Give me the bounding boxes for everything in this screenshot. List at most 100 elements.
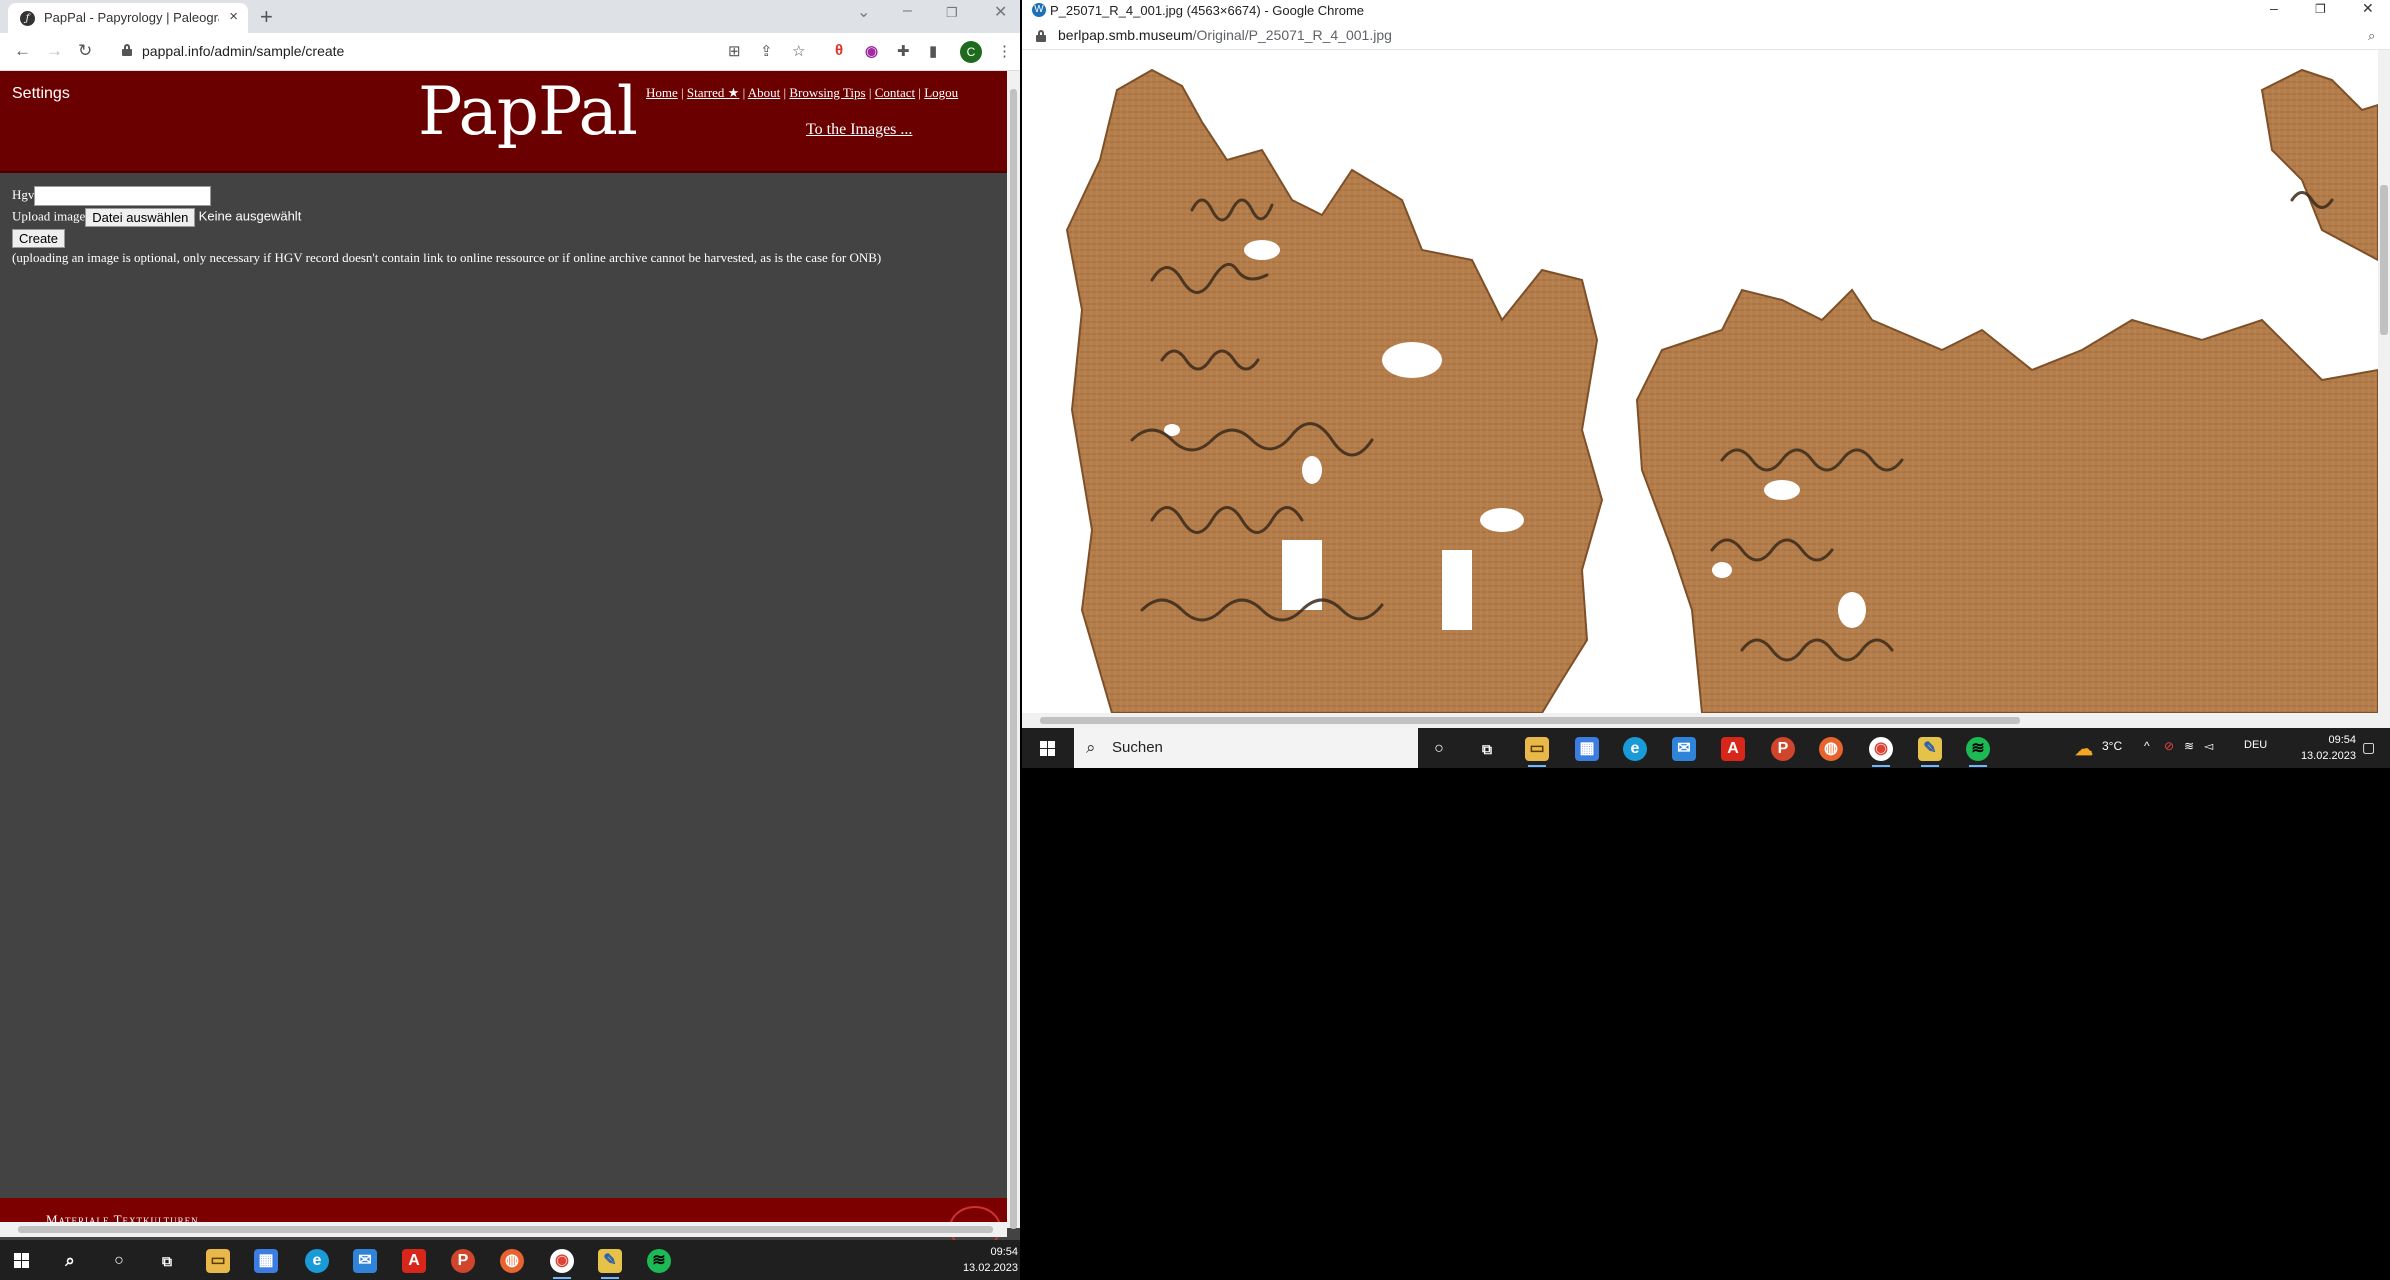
- choose-file-button[interactable]: Datei auswählen: [85, 208, 196, 227]
- extension-red-icon[interactable]: θ: [835, 42, 843, 59]
- file-explorer-icon[interactable]: ▭: [206, 1249, 230, 1273]
- close-tab-icon[interactable]: ×: [229, 8, 238, 25]
- minimize-icon[interactable]: –: [903, 2, 912, 20]
- file-explorer-icon[interactable]: ▭: [1525, 737, 1549, 767]
- notes-app-icon[interactable]: ✎: [598, 1249, 622, 1279]
- chrome-icon[interactable]: ◉: [1869, 737, 1893, 767]
- new-tab-icon[interactable]: +: [260, 4, 273, 30]
- tray-clock[interactable]: 09:54 13.02.2023: [930, 1244, 1018, 1276]
- scroll-thumb[interactable]: [18, 1226, 993, 1233]
- chrome-icon[interactable]: ◉: [550, 1249, 574, 1279]
- extension-purple-icon[interactable]: ◉: [865, 42, 878, 60]
- spotify-icon[interactable]: ≋: [1966, 737, 1990, 767]
- settings-link[interactable]: Settings: [12, 85, 70, 103]
- powerpoint-icon[interactable]: P: [451, 1249, 475, 1273]
- restore-icon[interactable]: ❐: [2315, 2, 2326, 16]
- powerpoint-icon[interactable]: P: [1771, 737, 1795, 761]
- tray-chevron-icon[interactable]: ^: [2144, 739, 2150, 753]
- translate-icon[interactable]: ⊞: [728, 42, 741, 60]
- lock-icon: [1036, 30, 1046, 42]
- acrobat-icon[interactable]: A: [402, 1249, 426, 1273]
- forward-icon[interactable]: →: [46, 41, 63, 61]
- windows-start-icon[interactable]: [1040, 741, 1056, 757]
- nav-contact[interactable]: Contact: [875, 85, 915, 100]
- weather-temp[interactable]: 3°C: [2102, 739, 2122, 753]
- firefox-icon[interactable]: ◍: [1819, 737, 1843, 761]
- tray-clock[interactable]: 09:54 13.02.2023: [2272, 732, 2356, 764]
- nav-about[interactable]: About: [748, 85, 781, 100]
- search-icon[interactable]: ⌕: [58, 1249, 82, 1273]
- restore-icon[interactable]: ❐: [946, 5, 958, 21]
- cortana-icon[interactable]: ○: [107, 1249, 131, 1273]
- acrobat-icon[interactable]: A: [1721, 737, 1745, 761]
- url-field[interactable]: pappal.info/admin/sample/create: [110, 38, 710, 66]
- title-bar: W P_25071_R_4_001.jpg (4563×6674) - Goog…: [1022, 0, 2390, 22]
- to-images-link[interactable]: To the Images ...: [806, 121, 912, 139]
- mail-icon[interactable]: ✉: [1672, 737, 1696, 761]
- upload-label: Upload image: [12, 208, 86, 224]
- papyrus-image[interactable]: [1022, 50, 2378, 713]
- taskbar-secondary: ⌕ Suchen ○ ⧉ ▭ ▦ e ✉ A P ◍ ◉ ✎ ≋ ☁ 3°C ^…: [1022, 728, 2390, 768]
- spotify-icon[interactable]: ≋: [647, 1249, 671, 1273]
- tray-network-off-icon[interactable]: ⊘: [2164, 739, 2174, 753]
- scroll-thumb[interactable]: [1040, 717, 2020, 724]
- extensions-puzzle-icon[interactable]: ✚: [897, 42, 910, 60]
- clock-date: 13.02.2023: [962, 1262, 1018, 1274]
- vertical-scrollbar[interactable]: [1007, 71, 1020, 1229]
- edge-icon[interactable]: e: [305, 1249, 329, 1273]
- share-icon[interactable]: ⇪: [760, 42, 773, 60]
- profile-avatar[interactable]: C: [960, 41, 982, 63]
- edge-icon[interactable]: e: [1623, 737, 1647, 761]
- cortana-icon[interactable]: ○: [1427, 737, 1451, 761]
- scroll-thumb[interactable]: [2380, 185, 2388, 335]
- weather-icon[interactable]: ☁: [2072, 737, 2096, 761]
- tab-strip: ƒ PapPal - Papyrology | Paleograph × + ⌄…: [0, 0, 1020, 33]
- site-logo[interactable]: PapPal: [418, 73, 638, 150]
- zoom-icon[interactable]: ⌕: [2368, 28, 2375, 44]
- language-indicator[interactable]: DEU: [2244, 739, 2267, 751]
- upload-hint: (uploading an image is optional, only ne…: [12, 250, 882, 265]
- menu-dots-icon[interactable]: ⋮: [997, 42, 1012, 60]
- wordpress-favicon-icon: W: [1032, 3, 1046, 17]
- left-browser-window: ƒ PapPal - Papyrology | Paleograph × + ⌄…: [0, 0, 1020, 1280]
- task-view-icon[interactable]: ⧉: [155, 1249, 179, 1273]
- lock-icon: [122, 44, 132, 56]
- right-browser-window: W P_25071_R_4_001.jpg (4563×6674) - Goog…: [1022, 0, 2390, 728]
- notifications-icon[interactable]: ▢: [2362, 739, 2375, 756]
- minimize-icon[interactable]: –: [2270, 0, 2278, 16]
- horizontal-scrollbar[interactable]: [1022, 713, 2390, 728]
- create-button[interactable]: Create: [12, 229, 66, 248]
- clock-time: 09:54: [2328, 734, 2356, 746]
- mail-icon[interactable]: ✉: [353, 1249, 377, 1273]
- windows-start-icon[interactable]: [14, 1253, 30, 1269]
- taskbar-search[interactable]: ⌕ Suchen: [1074, 728, 1418, 768]
- notes-app-icon[interactable]: ✎: [1918, 737, 1942, 767]
- bookmark-star-icon[interactable]: ☆: [792, 42, 805, 60]
- window-title: P_25071_R_4_001.jpg (4563×6674) - Google…: [1050, 3, 1365, 18]
- hgv-input[interactable]: [34, 186, 212, 206]
- side-panel-icon[interactable]: ▮: [929, 42, 937, 60]
- volume-icon[interactable]: ◅: [2204, 739, 2213, 753]
- close-window-icon[interactable]: ✕: [994, 2, 1007, 22]
- tab-search-chevron-icon[interactable]: ⌄: [857, 2, 870, 22]
- back-icon[interactable]: ←: [14, 41, 31, 61]
- vertical-scrollbar[interactable]: [2378, 50, 2390, 713]
- close-window-icon[interactable]: ✕: [2362, 0, 2374, 17]
- nav-browsing-tips[interactable]: Browsing Tips: [789, 85, 865, 100]
- hgv-label: Hgv: [12, 186, 35, 202]
- scroll-thumb[interactable]: [1010, 89, 1017, 1229]
- reload-icon[interactable]: ↻: [78, 41, 92, 61]
- papyrus-fragment: [1065, 68, 2378, 713]
- horizontal-scrollbar[interactable]: [0, 1222, 1007, 1237]
- wifi-icon[interactable]: ≋: [2184, 739, 2194, 753]
- nav-starred[interactable]: Starred ★: [687, 85, 739, 100]
- store-icon[interactable]: ▦: [1575, 737, 1599, 761]
- tab-pappal[interactable]: ƒ PapPal - Papyrology | Paleograph ×: [8, 3, 248, 33]
- nav-logout[interactable]: Logou: [924, 85, 958, 100]
- site-nav: Home | Starred ★ | About | Browsing Tips…: [646, 85, 959, 100]
- url-field[interactable]: berlpap.smb.museum/Original/P_25071_R_4_…: [1058, 27, 1392, 43]
- store-icon[interactable]: ▦: [254, 1249, 278, 1273]
- nav-home[interactable]: Home: [646, 85, 678, 100]
- task-view-icon[interactable]: ⧉: [1475, 737, 1499, 761]
- firefox-icon[interactable]: ◍: [500, 1249, 524, 1273]
